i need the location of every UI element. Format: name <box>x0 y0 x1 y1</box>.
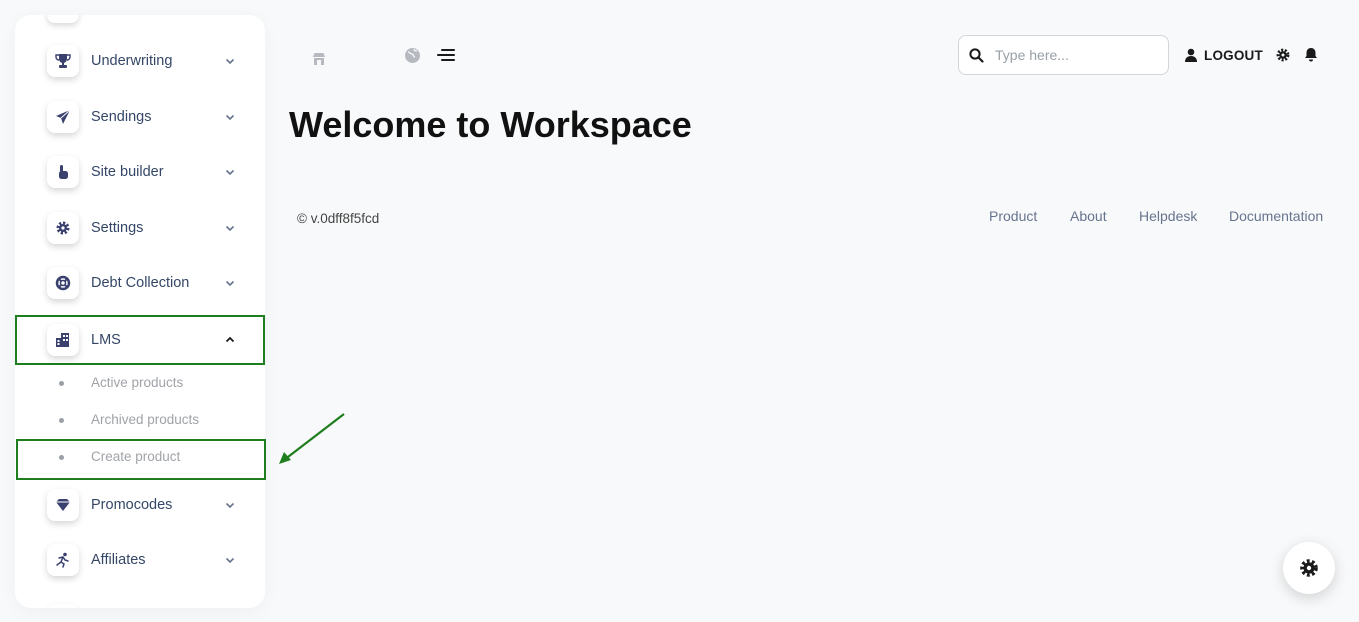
chevron-down-icon <box>225 58 235 65</box>
partially-hidden-nav-icon[interactable] <box>47 604 79 608</box>
sidebar-item-affiliates[interactable]: Affiliates <box>15 535 265 585</box>
sidebar-subitem-archived-products[interactable]: Archived products <box>15 402 265 439</box>
sidebar-subitem-label: Archived products <box>91 412 200 427</box>
sidebar-subitem-label: Active products <box>91 375 184 390</box>
annotation-highlight-box <box>16 439 266 480</box>
sidebar-item-underwriting[interactable]: Underwriting <box>15 36 265 86</box>
logout-button[interactable]: LOGOUT <box>1184 45 1263 65</box>
sidebar-item-label: Underwriting <box>91 53 173 69</box>
sidebar-item-label: Promocodes <box>91 497 173 513</box>
gear-icon <box>47 212 79 244</box>
gear-icon <box>1300 559 1318 577</box>
sidebar-item-label: Sendings <box>91 109 152 125</box>
hand-pointer-icon <box>47 156 79 188</box>
gear-icon[interactable] <box>1276 48 1290 62</box>
trophy-icon <box>47 45 79 77</box>
sidebar-item-label: Affiliates <box>91 552 146 568</box>
bullet-icon <box>59 418 64 423</box>
life-ring-icon <box>47 267 79 299</box>
copyright-text: © v.0dff8f5fcd <box>297 211 380 226</box>
sidebar-item-label: Site builder <box>91 164 164 180</box>
chevron-up-icon <box>225 336 235 343</box>
sidebar-item-label: Settings <box>91 220 144 236</box>
sidebar-item-label: LMS <box>91 332 121 348</box>
chevron-down-icon <box>225 280 235 287</box>
sidebar-item-sendings[interactable]: Sendings <box>15 92 265 142</box>
chevron-down-icon <box>225 225 235 232</box>
running-person-icon <box>47 544 79 576</box>
store-icon[interactable] <box>312 52 326 66</box>
sidebar-item-site-builder[interactable]: Site builder <box>15 147 265 197</box>
gem-icon <box>47 489 79 521</box>
sidebar: Underwriting Sendings Site builder Setti… <box>15 15 265 608</box>
search-icon <box>969 48 984 63</box>
menu-toggle-icon[interactable] <box>437 47 455 63</box>
sidebar-item-promocodes[interactable]: Promocodes <box>15 480 265 530</box>
search-input[interactable] <box>995 45 1160 65</box>
footer-link-product[interactable]: Product <box>989 208 1037 224</box>
sidebar-subitem-active-products[interactable]: Active products <box>15 365 265 402</box>
sidebar-item-settings[interactable]: Settings <box>15 203 265 253</box>
sidebar-item-lms[interactable]: LMS <box>15 315 265 365</box>
sidebar-item-debt-collection[interactable]: Debt Collection <box>15 258 265 308</box>
chevron-down-icon <box>225 502 235 509</box>
chevron-down-icon <box>225 114 235 121</box>
globe-icon[interactable] <box>404 47 421 64</box>
footer-link-about[interactable]: About <box>1070 208 1107 224</box>
footer-link-helpdesk[interactable]: Helpdesk <box>1139 208 1197 224</box>
paper-plane-icon <box>47 101 79 133</box>
user-icon <box>1185 48 1197 62</box>
chevron-down-icon <box>225 169 235 176</box>
search-box <box>958 35 1169 75</box>
sidebar-item-label: Debt Collection <box>91 275 190 291</box>
building-icon <box>47 324 79 356</box>
footer-link-documentation[interactable]: Documentation <box>1229 208 1323 224</box>
logout-label: LOGOUT <box>1204 47 1263 63</box>
bell-icon[interactable] <box>1304 47 1318 62</box>
partially-hidden-nav-icon[interactable] <box>47 15 79 23</box>
annotation-arrow-icon <box>279 413 345 464</box>
page-title: Welcome to Workspace <box>289 104 692 145</box>
bullet-icon <box>59 381 64 386</box>
chevron-down-icon <box>225 557 235 564</box>
floating-settings-button[interactable] <box>1283 542 1335 594</box>
